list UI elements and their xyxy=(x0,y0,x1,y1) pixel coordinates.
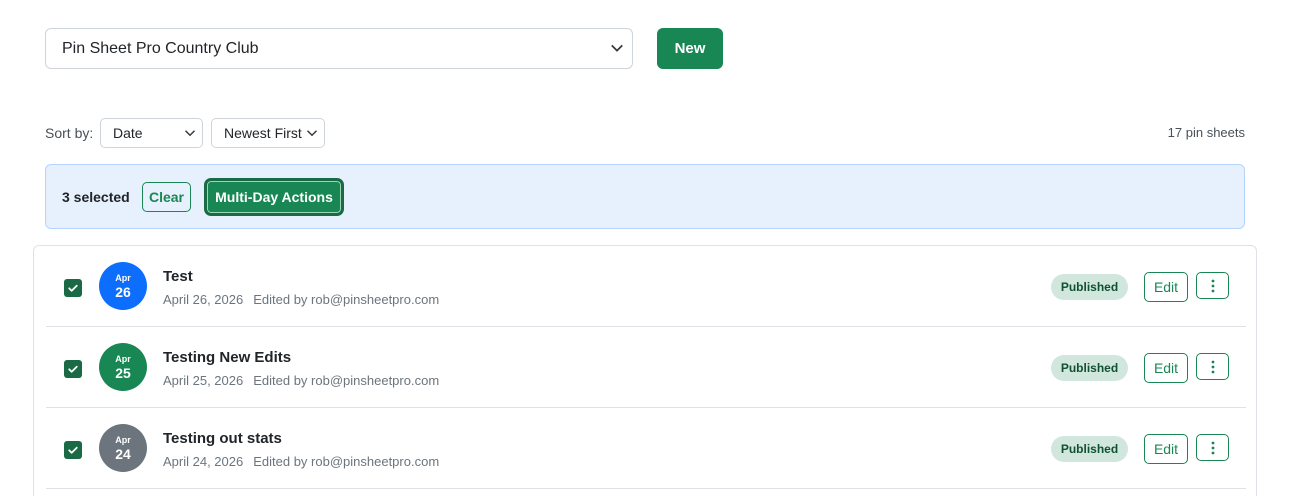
list-item: Apr 24 Testing out stats April 24, 2026 E… xyxy=(46,408,1246,489)
date-avatar: Apr 25 xyxy=(99,343,147,391)
more-options-button[interactable] xyxy=(1196,272,1229,299)
row-checkbox[interactable] xyxy=(64,279,82,297)
check-icon xyxy=(68,284,78,292)
course-select-value: Pin Sheet Pro Country Club xyxy=(62,39,259,57)
vertical-dots-icon xyxy=(1211,360,1214,373)
row-checkbox[interactable] xyxy=(64,360,82,378)
edit-button[interactable]: Edit xyxy=(1144,272,1188,302)
chevron-down-icon xyxy=(184,130,196,137)
pin-sheet-count: 17 pin sheets xyxy=(1167,125,1245,140)
selected-count: 3 selected xyxy=(62,189,130,205)
pin-sheet-title: Testing out stats xyxy=(163,430,282,447)
status-badge: Published xyxy=(1051,436,1128,462)
pin-sheet-meta: April 25, 2026 Edited by rob@pinsheetpro.… xyxy=(163,373,439,388)
date-day: 26 xyxy=(115,283,131,300)
pin-sheet-editor: Edited by rob@pinsheetpro.com xyxy=(253,292,440,307)
check-icon xyxy=(68,446,78,454)
date-day: 24 xyxy=(115,445,131,462)
pin-sheet-list: Apr 26 Test April 26, 2026 Edited by rob@… xyxy=(33,245,1257,496)
row-checkbox[interactable] xyxy=(64,441,82,459)
date-avatar: Apr 26 xyxy=(99,262,147,310)
check-icon xyxy=(68,365,78,373)
new-pin-sheet-button[interactable]: New xyxy=(657,28,723,69)
sort-label: Sort by: xyxy=(45,125,94,141)
date-month: Apr xyxy=(115,353,131,364)
more-options-button[interactable] xyxy=(1196,434,1229,461)
pin-sheet-date: April 24, 2026 xyxy=(163,454,244,469)
clear-selection-button[interactable]: Clear xyxy=(142,182,191,212)
sort-order-value: Newest First xyxy=(224,125,302,141)
pin-sheet-date: April 25, 2026 xyxy=(163,373,244,388)
status-badge: Published xyxy=(1051,355,1128,381)
list-item: Apr 25 Testing New Edits April 25, 2026 E… xyxy=(46,327,1246,408)
pin-sheet-meta: April 24, 2026 Edited by rob@pinsheetpro.… xyxy=(163,454,439,469)
edit-button[interactable]: Edit xyxy=(1144,434,1188,464)
date-avatar: Apr 24 xyxy=(99,424,147,472)
pin-sheet-date: April 26, 2026 xyxy=(163,292,244,307)
pin-sheet-title: Test xyxy=(163,268,193,285)
more-options-button[interactable] xyxy=(1196,353,1229,380)
status-badge: Published xyxy=(1051,274,1128,300)
edit-button[interactable]: Edit xyxy=(1144,353,1188,383)
sort-field-value: Date xyxy=(113,125,143,141)
chevron-down-icon xyxy=(611,44,623,52)
chevron-down-icon xyxy=(306,130,318,137)
vertical-dots-icon xyxy=(1211,279,1214,292)
date-day: 25 xyxy=(115,364,131,381)
vertical-dots-icon xyxy=(1211,441,1214,454)
pin-sheet-editor: Edited by rob@pinsheetpro.com xyxy=(253,454,440,469)
sort-field-select[interactable]: Date xyxy=(100,118,203,148)
multi-day-actions-button[interactable]: Multi-Day Actions xyxy=(204,178,344,216)
date-month: Apr xyxy=(115,434,131,445)
pin-sheet-meta: April 26, 2026 Edited by rob@pinsheetpro.… xyxy=(163,292,439,307)
list-item: Apr 26 Test April 26, 2026 Edited by rob@… xyxy=(46,246,1246,327)
sort-order-select[interactable]: Newest First xyxy=(211,118,325,148)
date-month: Apr xyxy=(115,272,131,283)
course-select[interactable]: Pin Sheet Pro Country Club xyxy=(45,28,633,69)
pin-sheet-editor: Edited by rob@pinsheetpro.com xyxy=(253,373,440,388)
pin-sheet-title: Testing New Edits xyxy=(163,349,292,366)
selection-bar: 3 selected Clear Multi-Day Actions xyxy=(45,164,1245,229)
